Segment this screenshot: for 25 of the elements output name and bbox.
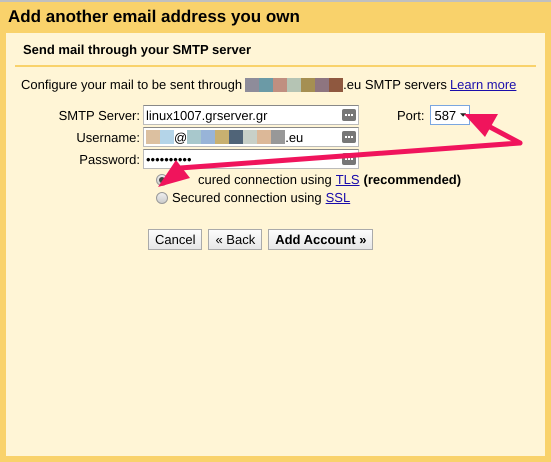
redaction-drawing	[146, 130, 174, 144]
field-label: SMTP Server:	[58, 108, 140, 122]
key-icon	[342, 131, 356, 143]
window-title: Add another email address you own	[7, 6, 301, 28]
section-heading: Send mail through your SMTP server	[15, 33, 536, 67]
port-label: Port:	[397, 108, 424, 122]
radio-label: Secured connection using	[172, 190, 322, 205]
radio-button[interactable]	[156, 192, 168, 204]
key-icon	[342, 109, 356, 121]
field-label: Password:	[78, 152, 140, 166]
learn-more-link[interactable]: Learn more	[450, 77, 516, 92]
intro-text: .eu SMTP servers	[343, 77, 447, 92]
back-button[interactable]: « Back	[208, 229, 262, 250]
intro-text: Configure your mail to be sent through	[21, 77, 242, 92]
server-field[interactable]: linux1007.grserver.gr	[143, 105, 359, 125]
tls-link[interactable]: TLS	[336, 172, 360, 187]
port-dropdown[interactable]: 587	[430, 105, 470, 125]
field-label: Username:	[75, 130, 140, 144]
radio-label: cured connection using	[198, 172, 332, 187]
username-field[interactable]: @ .eu	[143, 127, 359, 147]
add-account-button[interactable]: Add Account »	[268, 229, 374, 250]
recommended-note: (recommended)	[364, 172, 462, 187]
caret-icon	[460, 113, 466, 117]
ssl-link[interactable]: SSL	[326, 190, 350, 205]
cancel-button[interactable]: Cancel	[148, 229, 202, 250]
